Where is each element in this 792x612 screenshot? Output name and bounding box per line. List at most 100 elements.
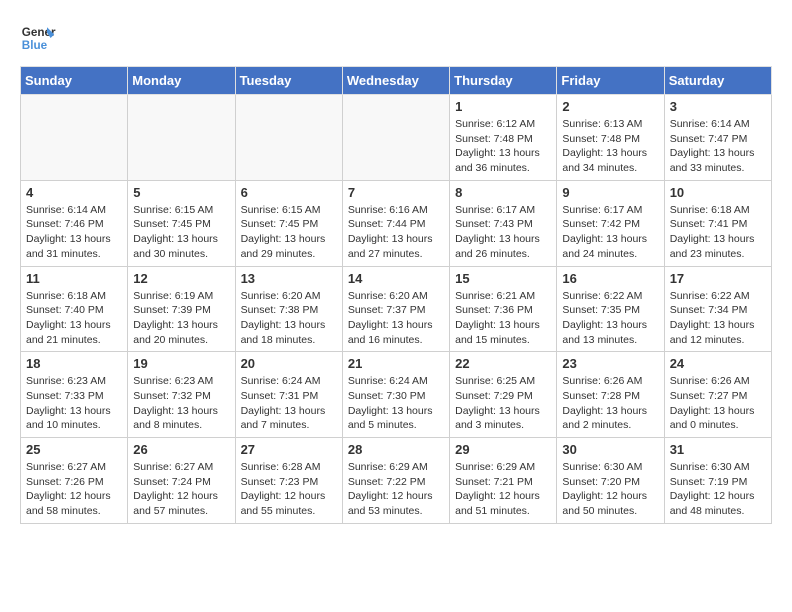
calendar-table: SundayMondayTuesdayWednesdayThursdayFrid…: [20, 66, 772, 524]
calendar-header-row: SundayMondayTuesdayWednesdayThursdayFrid…: [21, 67, 772, 95]
logo: General Blue: [20, 20, 56, 56]
calendar-cell: 8 Sunrise: 6:17 AM Sunset: 7:43 PM Daylig…: [450, 180, 557, 266]
day-number: 2: [562, 99, 658, 114]
day-number: 22: [455, 356, 551, 371]
calendar-cell: 3Sunrise: 6:14 AM Sunset: 7:47 PM Daylig…: [664, 95, 771, 181]
calendar-week-row: 11 Sunrise: 6:18 AM Sunset: 7:40 PM Dayli…: [21, 266, 772, 352]
day-info: Sunrise: 6:26 AM Sunset: 7:28 PM Dayligh…: [562, 374, 658, 433]
day-number: 4: [26, 185, 122, 200]
calendar-cell: [342, 95, 449, 181]
calendar-cell: 15 Sunrise: 6:21 AM Sunset: 7:36 PM Dayli…: [450, 266, 557, 352]
day-number: 10: [670, 185, 766, 200]
calendar-cell: 19Sunrise: 6:23 AM Sunset: 7:32 PM Dayli…: [128, 352, 235, 438]
day-number: 17: [670, 271, 766, 286]
calendar-cell: 2 Sunrise: 6:13 AM Sunset: 7:48 PM Daylig…: [557, 95, 664, 181]
day-number: 15: [455, 271, 551, 286]
day-number: 6: [241, 185, 337, 200]
day-info: Sunrise: 6:30 AM Sunset: 7:19 PM Dayligh…: [670, 460, 766, 519]
calendar-cell: 10Sunrise: 6:18 AM Sunset: 7:41 PM Dayli…: [664, 180, 771, 266]
calendar-cell: 23 Sunrise: 6:26 AM Sunset: 7:28 PM Dayli…: [557, 352, 664, 438]
day-number: 30: [562, 442, 658, 457]
day-number: 14: [348, 271, 444, 286]
calendar-cell: 4 Sunrise: 6:14 AM Sunset: 7:46 PM Daylig…: [21, 180, 128, 266]
calendar-cell: [21, 95, 128, 181]
calendar-cell: 5 Sunrise: 6:15 AM Sunset: 7:45 PM Daylig…: [128, 180, 235, 266]
calendar-cell: 29 Sunrise: 6:29 AM Sunset: 7:21 PM Dayli…: [450, 438, 557, 524]
day-info: Sunrise: 6:18 AM Sunset: 7:40 PM Dayligh…: [26, 289, 122, 348]
day-number: 9: [562, 185, 658, 200]
calendar-cell: 27 Sunrise: 6:28 AM Sunset: 7:23 PM Dayli…: [235, 438, 342, 524]
day-info: Sunrise: 6:21 AM Sunset: 7:36 PM Dayligh…: [455, 289, 551, 348]
calendar-cell: 25 Sunrise: 6:27 AM Sunset: 7:26 PM Dayli…: [21, 438, 128, 524]
day-info: Sunrise: 6:28 AM Sunset: 7:23 PM Dayligh…: [241, 460, 337, 519]
calendar-cell: 12 Sunrise: 6:19 AM Sunset: 7:39 PM Dayli…: [128, 266, 235, 352]
calendar-cell: 18Sunrise: 6:23 AM Sunset: 7:33 PM Dayli…: [21, 352, 128, 438]
day-info: Sunrise: 6:17 AM Sunset: 7:42 PM Dayligh…: [562, 203, 658, 262]
day-number: 20: [241, 356, 337, 371]
day-info: Sunrise: 6:14 AM Sunset: 7:46 PM Dayligh…: [26, 203, 122, 262]
day-info: Sunrise: 6:15 AM Sunset: 7:45 PM Dayligh…: [241, 203, 337, 262]
day-number: 1: [455, 99, 551, 114]
day-number: 19: [133, 356, 229, 371]
day-info: Sunrise: 6:20 AM Sunset: 7:38 PM Dayligh…: [241, 289, 337, 348]
day-header-saturday: Saturday: [664, 67, 771, 95]
day-info: Sunrise: 6:14 AM Sunset: 7:47 PM Dayligh…: [670, 117, 766, 176]
day-number: 23: [562, 356, 658, 371]
logo-icon: General Blue: [20, 20, 56, 56]
day-header-wednesday: Wednesday: [342, 67, 449, 95]
day-info: Sunrise: 6:24 AM Sunset: 7:30 PM Dayligh…: [348, 374, 444, 433]
day-number: 5: [133, 185, 229, 200]
day-info: Sunrise: 6:24 AM Sunset: 7:31 PM Dayligh…: [241, 374, 337, 433]
calendar-cell: 11 Sunrise: 6:18 AM Sunset: 7:40 PM Dayli…: [21, 266, 128, 352]
calendar-cell: 7Sunrise: 6:16 AM Sunset: 7:44 PM Daylig…: [342, 180, 449, 266]
day-number: 26: [133, 442, 229, 457]
calendar-cell: 31 Sunrise: 6:30 AM Sunset: 7:19 PM Dayli…: [664, 438, 771, 524]
day-number: 24: [670, 356, 766, 371]
day-info: Sunrise: 6:15 AM Sunset: 7:45 PM Dayligh…: [133, 203, 229, 262]
calendar-cell: 24 Sunrise: 6:26 AM Sunset: 7:27 PM Dayli…: [664, 352, 771, 438]
day-number: 27: [241, 442, 337, 457]
day-header-monday: Monday: [128, 67, 235, 95]
day-number: 11: [26, 271, 122, 286]
calendar-cell: 13 Sunrise: 6:20 AM Sunset: 7:38 PM Dayli…: [235, 266, 342, 352]
day-number: 28: [348, 442, 444, 457]
day-number: 12: [133, 271, 229, 286]
day-number: 31: [670, 442, 766, 457]
day-header-sunday: Sunday: [21, 67, 128, 95]
day-number: 7: [348, 185, 444, 200]
day-info: Sunrise: 6:12 AM Sunset: 7:48 PM Dayligh…: [455, 117, 551, 176]
svg-text:Blue: Blue: [22, 39, 48, 52]
calendar-cell: 20 Sunrise: 6:24 AM Sunset: 7:31 PM Dayli…: [235, 352, 342, 438]
calendar-week-row: 1 Sunrise: 6:12 AM Sunset: 7:48 PM Daylig…: [21, 95, 772, 181]
day-info: Sunrise: 6:27 AM Sunset: 7:24 PM Dayligh…: [133, 460, 229, 519]
day-info: Sunrise: 6:13 AM Sunset: 7:48 PM Dayligh…: [562, 117, 658, 176]
calendar-cell: 6 Sunrise: 6:15 AM Sunset: 7:45 PM Daylig…: [235, 180, 342, 266]
day-header-tuesday: Tuesday: [235, 67, 342, 95]
calendar-cell: 28 Sunrise: 6:29 AM Sunset: 7:22 PM Dayli…: [342, 438, 449, 524]
calendar-cell: [235, 95, 342, 181]
day-number: 8: [455, 185, 551, 200]
day-info: Sunrise: 6:22 AM Sunset: 7:34 PM Dayligh…: [670, 289, 766, 348]
calendar-cell: 21 Sunrise: 6:24 AM Sunset: 7:30 PM Dayli…: [342, 352, 449, 438]
calendar-week-row: 25 Sunrise: 6:27 AM Sunset: 7:26 PM Dayli…: [21, 438, 772, 524]
day-info: Sunrise: 6:26 AM Sunset: 7:27 PM Dayligh…: [670, 374, 766, 433]
day-number: 16: [562, 271, 658, 286]
day-info: Sunrise: 6:19 AM Sunset: 7:39 PM Dayligh…: [133, 289, 229, 348]
calendar-cell: 17 Sunrise: 6:22 AM Sunset: 7:34 PM Dayli…: [664, 266, 771, 352]
day-header-thursday: Thursday: [450, 67, 557, 95]
day-info: Sunrise: 6:30 AM Sunset: 7:20 PM Dayligh…: [562, 460, 658, 519]
calendar-cell: [128, 95, 235, 181]
day-info: Sunrise: 6:27 AM Sunset: 7:26 PM Dayligh…: [26, 460, 122, 519]
day-info: Sunrise: 6:17 AM Sunset: 7:43 PM Dayligh…: [455, 203, 551, 262]
day-info: Sunrise: 6:29 AM Sunset: 7:22 PM Dayligh…: [348, 460, 444, 519]
calendar-cell: 22Sunrise: 6:25 AM Sunset: 7:29 PM Dayli…: [450, 352, 557, 438]
day-number: 18: [26, 356, 122, 371]
day-number: 21: [348, 356, 444, 371]
day-number: 25: [26, 442, 122, 457]
day-info: Sunrise: 6:20 AM Sunset: 7:37 PM Dayligh…: [348, 289, 444, 348]
day-number: 13: [241, 271, 337, 286]
day-info: Sunrise: 6:22 AM Sunset: 7:35 PM Dayligh…: [562, 289, 658, 348]
calendar-week-row: 18Sunrise: 6:23 AM Sunset: 7:33 PM Dayli…: [21, 352, 772, 438]
day-info: Sunrise: 6:29 AM Sunset: 7:21 PM Dayligh…: [455, 460, 551, 519]
day-number: 29: [455, 442, 551, 457]
